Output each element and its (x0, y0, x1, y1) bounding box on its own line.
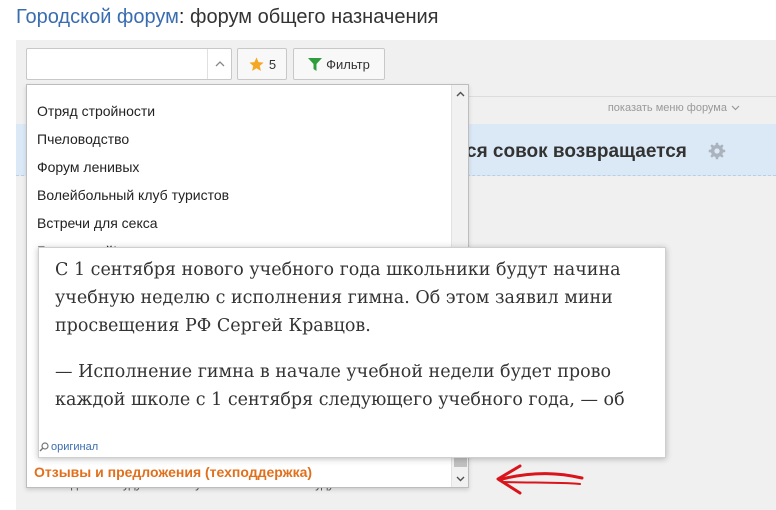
popup-line: учебную неделю с исполнения гимна. Об эт… (55, 288, 613, 308)
favorites-count: 5 (268, 56, 277, 72)
original-label: оригинал (51, 441, 99, 453)
gear-icon[interactable] (708, 142, 726, 160)
forum-link[interactable]: Городской форум (16, 6, 179, 28)
popup-line: С 1 сентября нового учебного года школьн… (55, 260, 621, 280)
dropdown-items: Отряд стройности Пчеловодство Форум лени… (27, 97, 452, 265)
favorites-button[interactable]: 5 (237, 48, 287, 80)
dropdown-item-feedback[interactable]: Отзывы и предложения (техподдержка) (34, 464, 312, 480)
show-forum-menu-label: показать меню форума (607, 102, 727, 114)
filter-button[interactable]: Фильтр (293, 48, 385, 80)
filter-label: Фильтр (326, 56, 370, 72)
chevron-up-icon[interactable] (207, 49, 231, 79)
forum-selector[interactable] (26, 48, 232, 80)
page-title: Городской форум: форум общего назначения (16, 6, 439, 29)
popup-line: — Исполнение гимна в начале учебной неде… (55, 362, 612, 382)
show-forum-menu-link[interactable]: показать меню форума (608, 102, 740, 114)
original-link[interactable]: оригинал (39, 441, 98, 453)
forum-description: форум общего назначения (190, 6, 439, 28)
quote-popup: С 1 сентября нового учебного года школьн… (38, 247, 666, 458)
dropdown-item[interactable]: Пчеловодство (27, 125, 452, 153)
popup-line: просвещения РФ Сергей Кравцов. (55, 316, 371, 336)
filter-icon (308, 57, 323, 71)
scroll-down-icon[interactable] (452, 470, 468, 487)
scroll-up-icon[interactable] (452, 85, 468, 102)
dropdown-item[interactable]: Встречи для секса (27, 209, 452, 237)
dropdown-item[interactable]: Форум ленивых (27, 153, 452, 181)
popup-line: каждой школе с 1 сентября следующего уче… (55, 390, 625, 410)
topic-title[interactable]: ся совок возвращается (466, 141, 687, 163)
dropdown-item[interactable]: Волейбольный клуб туристов (27, 181, 452, 209)
forum-header-strip: показать меню форума (466, 96, 776, 120)
chevron-down-icon (731, 105, 740, 111)
red-arrow-annotation (496, 464, 584, 495)
magnifier-icon (39, 442, 49, 452)
star-icon (249, 56, 264, 71)
dropdown-item[interactable]: Отряд стройности (27, 97, 452, 125)
title-separator: : (178, 6, 191, 28)
